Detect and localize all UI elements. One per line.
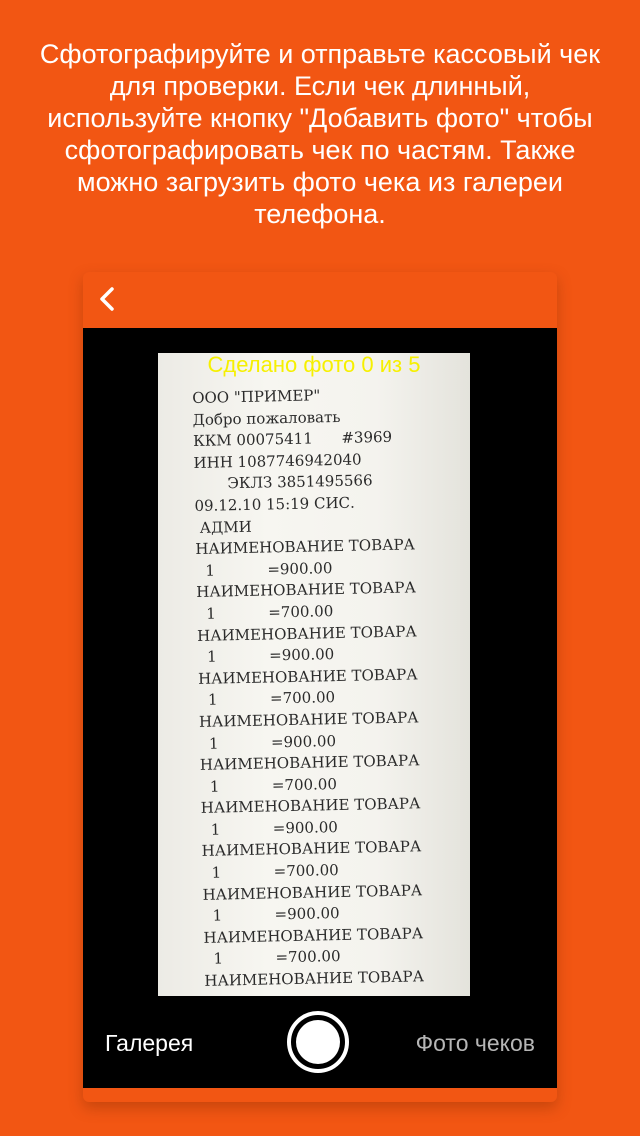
gallery-button[interactable]: Галерея [105,1030,193,1057]
camera-screen: ООО "ПРИМЕР" Добро пожаловать ККМ 00075411… [83,272,557,1102]
instruction-text: Сфотографируйте и отправьте кассовый чек… [39,39,601,229]
receipt-line: НАИМЕНОВАНИЕ ТОВАРА [196,578,417,602]
photo-counter: Сделано фото 0 из 5 [207,353,421,377]
shutter-button[interactable] [287,1011,349,1073]
receipt-line: НАИМЕНОВАНИЕ ТОВАРА [195,535,416,559]
chevron-left-icon[interactable] [93,284,123,314]
receipt-line: НАИМЕНОВАНИЕ ТОВАРА [198,708,419,731]
receipt-text: ООО "ПРИМЕР" Добро пожаловать ККМ 00075411… [192,383,424,992]
nav-bar [83,272,557,328]
receipt-line: НАИМЕНОВАНИЕ ТОВАРА [199,751,420,775]
camera-controls: Галерея Фото чеков [83,996,557,1088]
receipt-line: ККМ 00075411 #3969 [192,428,393,451]
receipt-photos-button[interactable]: Фото чеков [416,1030,535,1057]
receipt-line: НАИМЕНОВАНИЕ ТОВАРА [200,794,421,818]
camera-viewfinder: ООО "ПРИМЕР" Добро пожаловать ККМ 00075411… [83,328,557,1088]
receipt-line: НАИМЕНОВАНИЕ ТОВАРА [204,967,425,990]
shutter-inner [296,1020,340,1064]
receipt-photo: ООО "ПРИМЕР" Добро пожаловать ККМ 00075411… [158,353,470,996]
